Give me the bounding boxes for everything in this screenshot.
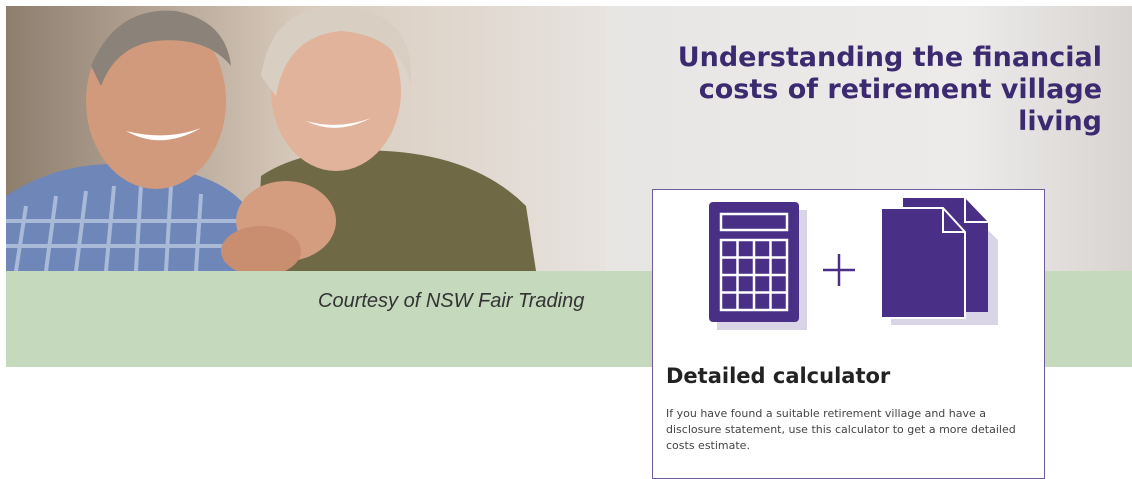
calculator-icon	[709, 202, 807, 330]
detailed-calculator-card[interactable]: Detailed calculator If you have found a …	[652, 189, 1045, 479]
senior-couple-photo	[6, 6, 606, 271]
card-description: If you have found a suitable retirement …	[666, 407, 1016, 452]
plus-icon	[823, 254, 855, 286]
card-illustration	[709, 198, 998, 330]
documents-icon	[880, 198, 998, 325]
page-title: Understanding the financial costs of ret…	[677, 42, 1102, 137]
photo-credit: Courtesy of NSW Fair Trading	[318, 290, 585, 312]
card-title: Detailed calculator	[666, 364, 891, 388]
